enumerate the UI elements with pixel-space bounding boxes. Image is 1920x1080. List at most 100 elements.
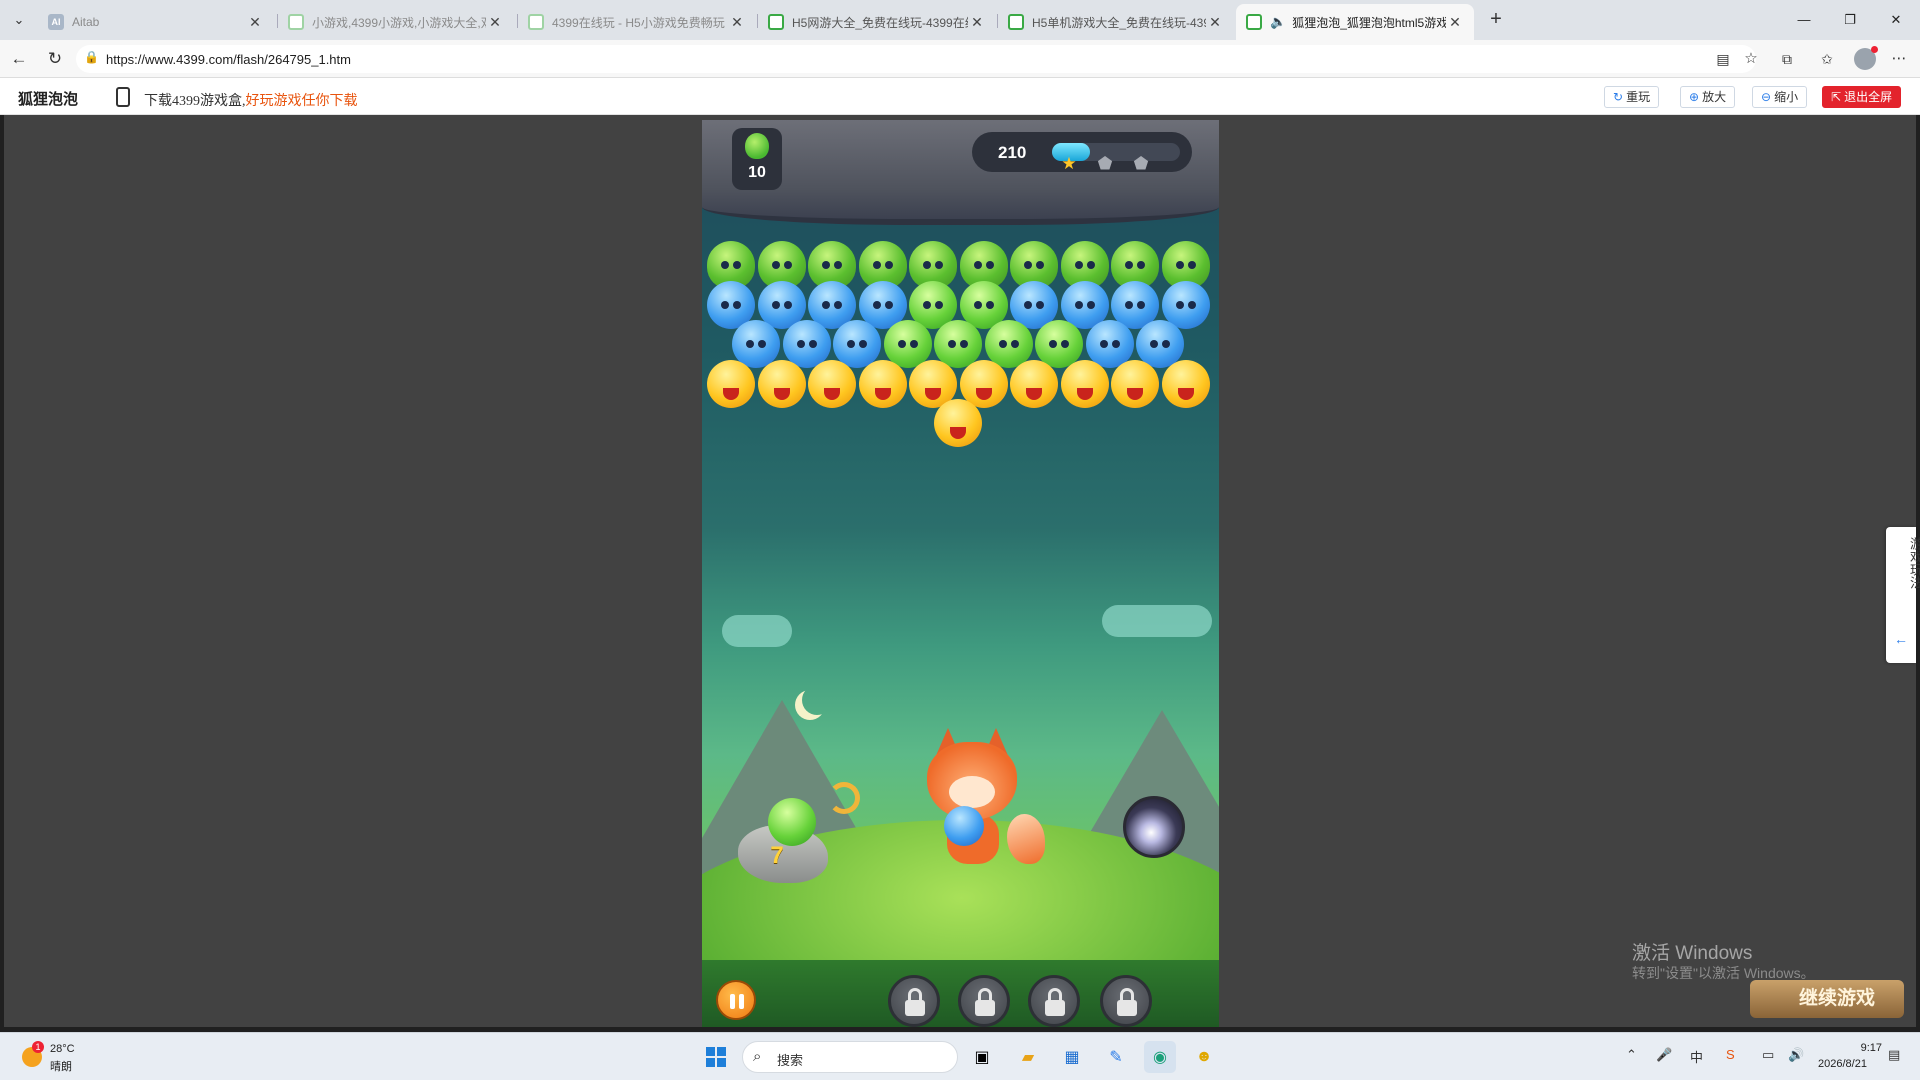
profile-avatar[interactable] xyxy=(1854,46,1878,70)
restore-button[interactable]: ❐ xyxy=(1830,8,1870,32)
site-info-icon[interactable]: 🔒 xyxy=(84,50,99,64)
pause-button[interactable] xyxy=(716,980,756,1020)
cloud xyxy=(1102,605,1212,637)
tab-title: Aitab xyxy=(72,15,100,29)
site-header: 狐狸泡泡 下载4399游戏盒,好玩游戏任你下载 ↻ 重玩 ⊕ 放大 ⊖ 缩小 ⇱ 退出全… xyxy=(0,78,1920,115)
tab-aitab[interactable]: AI Aitab ✕ xyxy=(38,4,274,40)
locked-powerup-slot[interactable] xyxy=(958,975,1010,1027)
replay-icon: ↻ xyxy=(1613,90,1624,104)
promo-highlight: 好玩游戏任你下载 xyxy=(245,94,358,109)
app-tray-icon[interactable]: S xyxy=(1726,1047,1735,1062)
file-explorer-icon[interactable]: ▰ xyxy=(1012,1041,1044,1073)
locked-powerup-slot[interactable] xyxy=(888,975,940,1027)
game-hud: 10 210 ★ ⬟ ⬟ xyxy=(702,120,1219,225)
task-view-icon[interactable]: ▣ xyxy=(966,1041,998,1073)
replay-button[interactable]: ↻ 重玩 xyxy=(1604,86,1660,108)
edge-browser-icon[interactable]: ◉ xyxy=(1144,1041,1176,1073)
notification-badge: 1 xyxy=(32,1041,44,1053)
4399-favicon-icon xyxy=(1246,14,1262,30)
address-bar[interactable]: 🔒 https://www.4399.com/flash/264795_1.ht… xyxy=(76,45,1756,73)
bomb-powerup-button[interactable] xyxy=(1123,796,1185,858)
close-window-button[interactable]: ✕ xyxy=(1876,8,1916,32)
tab-title: 狐狸泡泡_狐狸泡泡html5游戏 xyxy=(1292,15,1446,30)
lock-icon xyxy=(975,1000,995,1016)
close-icon[interactable]: ✕ xyxy=(1206,14,1224,31)
refresh-button[interactable]: ↻ xyxy=(42,47,68,71)
clock-date[interactable]: 2026/8/21 xyxy=(1818,1058,1867,1070)
tab-title: H5单机游戏大全_免费在线玩-4399在线玩 xyxy=(1032,15,1206,30)
windows-taskbar: 1 28°C 晴朗 ⌕ 搜索 ▣ ▰ ▦ ✎ ◉ ☻ ⌃ 🎤 中 S ▭ 🔊 9… xyxy=(0,1032,1920,1080)
lock-icon xyxy=(1117,1000,1137,1016)
input-method-icon[interactable]: 中 xyxy=(1690,1047,1703,1066)
cloud xyxy=(722,615,792,647)
back-button[interactable]: ← xyxy=(6,47,32,71)
next-bubble xyxy=(768,798,816,846)
yellow-bubble xyxy=(808,359,856,408)
close-icon[interactable]: ✕ xyxy=(486,14,504,31)
exit-fullscreen-label: 退出全屏 xyxy=(1844,90,1893,104)
minimize-button[interactable]: — xyxy=(1784,8,1824,32)
microphone-icon[interactable]: 🎤 xyxy=(1656,1047,1672,1063)
how-to-play-label: 游戏玩法 xyxy=(1908,537,1920,589)
promo-text: 下载4399游戏盒, xyxy=(144,94,246,109)
weather-temperature: 28°C xyxy=(50,1043,75,1055)
game-title: 狐狸泡泡 xyxy=(18,91,79,108)
speaker-icon[interactable]: 🔈 xyxy=(1270,14,1286,30)
extensions-icon[interactable]: ⧉ xyxy=(1774,47,1800,71)
yellow-bubble xyxy=(1060,359,1109,408)
clock-time[interactable]: 9:17 xyxy=(1852,1042,1882,1054)
tab-4399-home[interactable]: 小游戏,4399小游戏,小游戏大全,双人小游戏 ✕ xyxy=(278,4,514,40)
yellow-bubble xyxy=(858,359,907,408)
zoom-in-button[interactable]: ⊕ 放大 xyxy=(1680,86,1736,108)
reader-mode-icon[interactable]: ▤ xyxy=(1710,47,1736,71)
tab-h5-single[interactable]: H5单机游戏大全_免费在线玩-4399在线玩 ✕ xyxy=(998,4,1234,40)
shots-remaining-box: 10 xyxy=(732,128,782,190)
4399-favicon-icon xyxy=(1008,14,1024,30)
how-to-play-tab[interactable]: 游戏玩法 ← xyxy=(1886,527,1920,663)
zoom-out-button[interactable]: ⊖ 缩小 xyxy=(1752,86,1808,108)
lock-icon xyxy=(1045,1000,1065,1016)
swap-bubble-icon[interactable] xyxy=(828,782,860,814)
locked-powerup-slot[interactable] xyxy=(1100,975,1152,1027)
tab-4399-h5[interactable]: 4399在线玩 - H5小游戏免费畅玩 ✕ xyxy=(518,4,756,40)
taskbar-search[interactable]: ⌕ 搜索 xyxy=(742,1041,958,1073)
replay-label: 重玩 xyxy=(1626,90,1651,104)
continue-game-button[interactable]: 继续游戏 xyxy=(1750,980,1904,1018)
whiteboard-icon[interactable]: ✎ xyxy=(1100,1041,1132,1073)
browser-toolbar: ← ↻ 🔒 https://www.4399.com/flash/264795_… xyxy=(0,40,1920,78)
score-panel: 210 ★ ⬟ ⬟ xyxy=(972,132,1192,173)
4399-game-box-icon[interactable]: ☻ xyxy=(1188,1041,1220,1073)
4399-favicon-icon xyxy=(768,14,784,30)
notification-center-icon[interactable]: ▤ xyxy=(1888,1047,1900,1063)
volume-icon[interactable]: 🔊 xyxy=(1788,1047,1804,1063)
more-menu-icon[interactable]: ⋯ xyxy=(1886,47,1912,71)
arrow-left-icon: ← xyxy=(1894,631,1908,647)
tab-fox-bubble[interactable]: 🔈 狐狸泡泡_狐狸泡泡html5游戏 ✕ xyxy=(1236,4,1474,40)
favorites-icon[interactable]: ✩ xyxy=(1814,47,1840,71)
yellow-bubble xyxy=(1010,359,1058,408)
tab-actions-menu-button[interactable]: ⌄ xyxy=(6,8,32,32)
zoom-in-label: 放大 xyxy=(1702,90,1727,104)
close-icon[interactable]: ✕ xyxy=(968,14,986,31)
close-icon[interactable]: ✕ xyxy=(1446,14,1464,31)
tab-h5-online[interactable]: H5网游大全_免费在线玩-4399在线玩 ✕ xyxy=(758,4,996,40)
4399-favicon-icon xyxy=(288,14,304,30)
store-icon[interactable]: ▦ xyxy=(1056,1041,1088,1073)
tab-title: H5网游大全_免费在线玩-4399在线玩 xyxy=(792,15,968,30)
exit-fullscreen-button[interactable]: ⇱ 退出全屏 xyxy=(1822,86,1902,108)
start-button[interactable] xyxy=(700,1041,732,1073)
favorite-star-icon[interactable]: ☆ xyxy=(1738,47,1764,71)
yellow-bubble xyxy=(757,359,806,408)
tray-overflow-icon[interactable]: ⌃ xyxy=(1626,1047,1637,1063)
close-icon[interactable]: ✕ xyxy=(728,14,746,31)
locked-powerup-slot[interactable] xyxy=(1028,975,1080,1027)
4399-favicon-icon xyxy=(528,14,544,30)
download-promo-link[interactable]: 下载4399游戏盒,好玩游戏任你下载 xyxy=(144,90,358,110)
network-icon[interactable]: ▭ xyxy=(1762,1047,1774,1063)
lock-icon xyxy=(905,1000,925,1016)
new-tab-button[interactable]: + xyxy=(1484,8,1508,32)
shots-remaining-count: 10 xyxy=(748,164,766,181)
close-icon[interactable]: ✕ xyxy=(246,14,264,31)
search-placeholder: 搜索 xyxy=(777,1053,804,1068)
game-canvas[interactable]: 10 210 ★ ⬟ ⬟ 7 xyxy=(702,120,1219,1027)
